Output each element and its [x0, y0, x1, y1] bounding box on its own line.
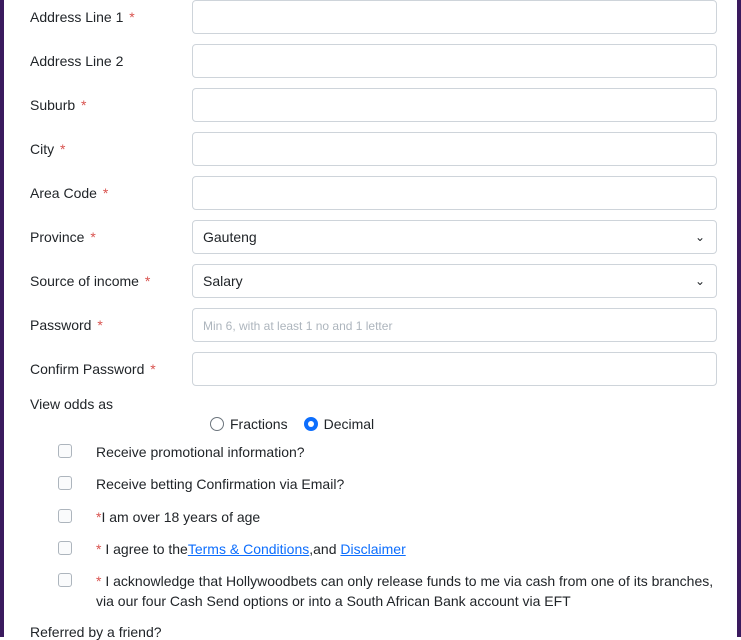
checkbox-over-18[interactable] — [58, 509, 72, 523]
radio-fractions-label: Fractions — [230, 416, 288, 432]
radio-icon — [210, 417, 224, 431]
radio-decimal-label: Decimal — [324, 416, 375, 432]
source-of-income-select[interactable]: Salary — [192, 264, 717, 298]
label-city: City * — [12, 141, 192, 157]
label-address-line-1: Address Line 1 * — [12, 9, 192, 25]
checkbox-agree-terms-label: * I agree to theTerms & Conditions,and D… — [96, 539, 729, 559]
radio-decimal[interactable]: Decimal — [304, 416, 375, 432]
checkbox-promotional[interactable] — [58, 444, 72, 458]
label-address-line-2: Address Line 2 — [12, 53, 192, 69]
radio-fractions[interactable]: Fractions — [210, 416, 288, 432]
confirm-password-input[interactable] — [192, 352, 717, 386]
label-view-odds-as: View odds as — [30, 396, 113, 412]
address-line-1-input[interactable] — [192, 0, 717, 34]
password-input[interactable] — [192, 308, 717, 342]
checkbox-over-18-label: *I am over 18 years of age — [96, 507, 729, 527]
label-confirm-password: Confirm Password * — [12, 361, 192, 377]
label-password: Password * — [12, 317, 192, 333]
checkbox-acknowledge-funds[interactable] — [58, 573, 72, 587]
area-code-input[interactable] — [192, 176, 717, 210]
city-input[interactable] — [192, 132, 717, 166]
label-suburb: Suburb * — [12, 97, 192, 113]
checkbox-promotional-label: Receive promotional information? — [96, 442, 729, 462]
label-source-of-income: Source of income * — [12, 273, 192, 289]
radio-icon — [304, 417, 318, 431]
label-area-code: Area Code * — [12, 185, 192, 201]
province-select[interactable]: Gauteng — [192, 220, 717, 254]
terms-conditions-link[interactable]: Terms & Conditions — [188, 541, 309, 557]
suburb-input[interactable] — [192, 88, 717, 122]
checkbox-agree-terms[interactable] — [58, 541, 72, 555]
checkbox-betting-email-label: Receive betting Confirmation via Email? — [96, 474, 729, 494]
checkbox-betting-email[interactable] — [58, 476, 72, 490]
checkbox-acknowledge-funds-label: * I acknowledge that Hollywoodbets can o… — [96, 571, 729, 612]
disclaimer-link[interactable]: Disclaimer — [340, 541, 405, 557]
label-referred-by-friend: Referred by a friend? — [30, 624, 162, 640]
label-province: Province * — [12, 229, 192, 245]
address-line-2-input[interactable] — [192, 44, 717, 78]
